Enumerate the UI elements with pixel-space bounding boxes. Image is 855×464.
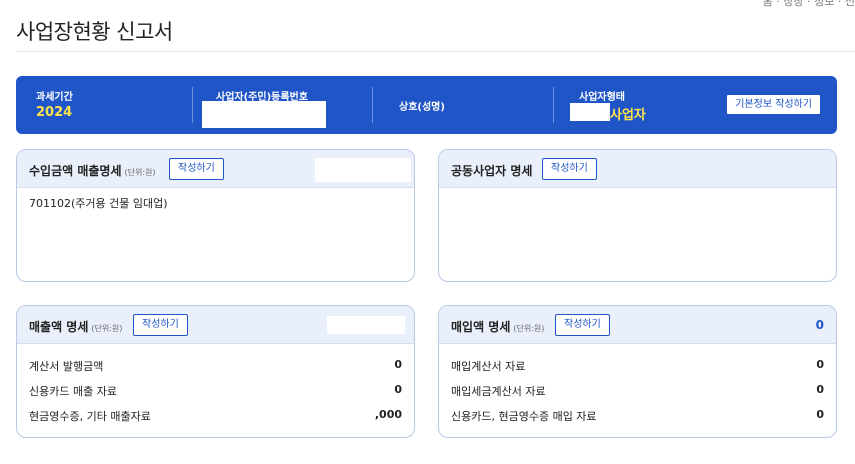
income-card-header: 수입금액 매출명세 (단위:원) 작성하기 (17, 150, 414, 188)
biztype-redacted (570, 103, 610, 121)
sales-row: 계산서 발행금액 0 (29, 352, 402, 377)
info-divider (553, 87, 554, 123)
period-label: 과세기간 (36, 92, 73, 103)
sales-title: 매출액 명세 (단위:원) (29, 318, 122, 335)
purchase-card: 매입액 명세 (단위:원) 작성하기 0 매입계산서 자료 0 매입세금계산서 자… (438, 305, 837, 438)
purchase-title-text: 매입액 명세 (451, 320, 511, 334)
sales-row-value: ,000 (374, 408, 402, 421)
sales-card-body: 계산서 발행금액 0 신용카드 매출 자료 0 현금영수증, 기타 매출자료 ,… (17, 344, 414, 427)
title-divider (16, 51, 855, 52)
sales-unit: (단위:원) (91, 324, 123, 333)
purchase-row-value: 0 (816, 383, 824, 396)
page-title: 사업장현황 신고서 (16, 20, 173, 44)
partner-write-button[interactable]: 작성하기 (542, 158, 597, 180)
purchase-write-button[interactable]: 작성하기 (555, 314, 610, 336)
biztype-value: 사업자 (610, 108, 646, 123)
partner-card-header: 공동사업자 명세 작성하기 (439, 150, 836, 188)
regno-redacted (202, 101, 326, 128)
sales-row-label: 현금영수증, 기타 매출자료 (29, 410, 151, 423)
income-card-body: 701102(주거용 건물 임대업) (17, 188, 414, 211)
sales-row-label: 신용카드 매출 자료 (29, 385, 117, 398)
industry-code: 701102(주거용 건물 임대업) (29, 197, 168, 210)
sales-row: 현금영수증, 기타 매출자료 ,000 (29, 402, 402, 427)
purchase-title: 매입액 명세 (단위:원) (451, 318, 544, 335)
purchase-card-header: 매입액 명세 (단위:원) 작성하기 0 (439, 306, 836, 344)
sales-card-header: 매출액 명세 (단위:원) 작성하기 (17, 306, 414, 344)
name-label: 상호(성명) (399, 102, 445, 113)
purchase-row-value: 0 (816, 408, 824, 421)
income-unit: (단위:원) (124, 168, 156, 177)
period-value: 2024 (36, 105, 73, 120)
income-title-text: 수입금액 매출명세 (29, 164, 122, 178)
purchase-row-label: 매입세금계산서 자료 (451, 385, 546, 398)
sales-write-button[interactable]: 작성하기 (133, 314, 188, 336)
info-divider (372, 87, 373, 123)
basic-info-write-button[interactable]: 기본정보 작성하기 (726, 94, 821, 115)
purchase-card-body: 매입계산서 자료 0 매입세금계산서 자료 0 신용카드, 현금영수증 매입 자… (439, 344, 836, 427)
biztype-label: 사업자형태 (579, 92, 625, 103)
sales-card: 매출액 명세 (단위:원) 작성하기 계산서 발행금액 0 신용카드 매출 자료 … (16, 305, 415, 438)
purchase-row: 매입계산서 자료 0 (451, 352, 824, 377)
sales-row-value: 0 (394, 383, 402, 396)
info-divider (192, 87, 193, 123)
purchase-row: 신용카드, 현금영수증 매입 자료 0 (451, 402, 824, 427)
income-redacted (315, 158, 411, 182)
top-breadcrumb: 홈 · 상장 · 정보 · 신 (762, 0, 855, 8)
purchase-total: 0 (815, 318, 824, 332)
sales-row: 신용카드 매출 자료 0 (29, 377, 402, 402)
purchase-row: 매입세금계산서 자료 0 (451, 377, 824, 402)
income-title: 수입금액 매출명세 (단위:원) (29, 162, 156, 179)
sales-row-label: 계산서 발행금액 (29, 360, 104, 373)
partner-title: 공동사업자 명세 (451, 164, 533, 178)
partner-card: 공동사업자 명세 작성하기 (438, 149, 837, 282)
sales-redacted (327, 316, 405, 334)
purchase-row-label: 매입계산서 자료 (451, 360, 526, 373)
sales-row-value: 0 (394, 358, 402, 371)
income-write-button[interactable]: 작성하기 (169, 158, 224, 180)
purchase-row-value: 0 (816, 358, 824, 371)
sales-title-text: 매출액 명세 (29, 320, 89, 334)
income-card: 수입금액 매출명세 (단위:원) 작성하기 701102(주거용 건물 임대업) (16, 149, 415, 282)
purchase-row-label: 신용카드, 현금영수증 매입 자료 (451, 410, 597, 423)
purchase-unit: (단위:원) (513, 324, 545, 333)
basic-info-bar: 과세기간 2024 사업자(주민)등록번호 상호(성명) 사업자형태 사업자 기… (16, 76, 837, 134)
